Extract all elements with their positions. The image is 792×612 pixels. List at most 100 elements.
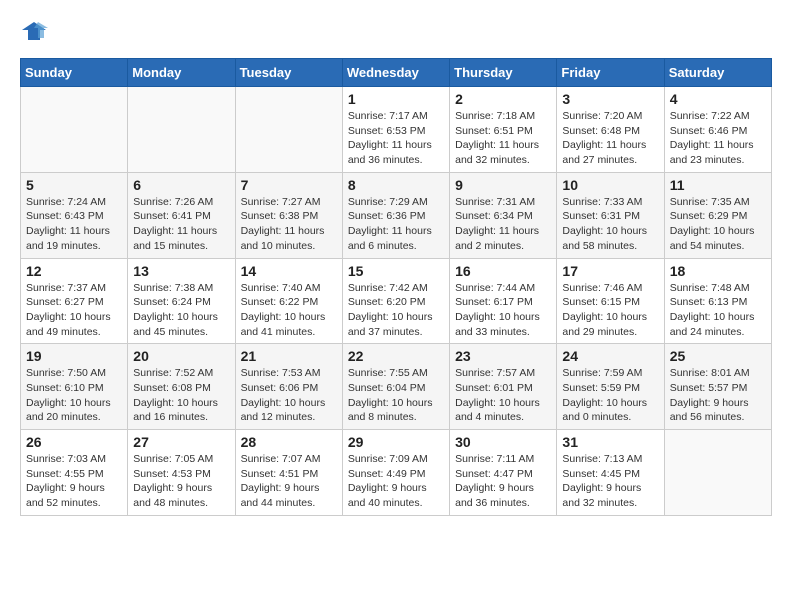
day-number: 10 [562,177,658,193]
calendar-cell: 27 Sunrise: 7:05 AM Sunset: 4:53 PM Dayli… [128,430,235,516]
calendar-cell: 21 Sunrise: 7:53 AM Sunset: 6:06 PM Dayli… [235,344,342,430]
day-number: 29 [348,434,444,450]
day-number: 12 [26,263,122,279]
day-info: Sunrise: 7:59 AM Sunset: 5:59 PM Dayligh… [562,366,658,425]
day-number: 27 [133,434,229,450]
calendar-body: 1 Sunrise: 7:17 AM Sunset: 6:53 PM Daylig… [21,87,772,516]
weekday-header-friday: Friday [557,59,664,87]
day-info: Sunrise: 7:22 AM Sunset: 6:46 PM Dayligh… [670,109,766,168]
day-number: 20 [133,348,229,364]
day-number: 5 [26,177,122,193]
day-info: Sunrise: 7:09 AM Sunset: 4:49 PM Dayligh… [348,452,444,511]
calendar-cell: 10 Sunrise: 7:33 AM Sunset: 6:31 PM Dayli… [557,172,664,258]
day-number: 8 [348,177,444,193]
calendar-cell: 6Sunrise: 7:26 AM Sunset: 6:41 PM Daylig… [128,172,235,258]
day-info: Sunrise: 7:27 AM Sunset: 6:38 PM Dayligh… [241,195,337,254]
calendar-cell: 16 Sunrise: 7:44 AM Sunset: 6:17 PM Dayli… [450,258,557,344]
calendar-cell: 9 Sunrise: 7:31 AM Sunset: 6:34 PM Daylig… [450,172,557,258]
calendar-cell: 8 Sunrise: 7:29 AM Sunset: 6:36 PM Daylig… [342,172,449,258]
calendar-cell: 20 Sunrise: 7:52 AM Sunset: 6:08 PM Dayli… [128,344,235,430]
day-number: 1 [348,91,444,107]
day-info: Sunrise: 7:20 AM Sunset: 6:48 PM Dayligh… [562,109,658,168]
weekday-header-tuesday: Tuesday [235,59,342,87]
calendar-cell: 19 Sunrise: 7:50 AM Sunset: 6:10 PM Dayli… [21,344,128,430]
logo [20,20,52,42]
logo-icon [20,20,48,42]
day-number: 31 [562,434,658,450]
week-row-4: 19 Sunrise: 7:50 AM Sunset: 6:10 PM Dayli… [21,344,772,430]
calendar-cell: 31 Sunrise: 7:13 AM Sunset: 4:45 PM Dayli… [557,430,664,516]
calendar-cell: 29 Sunrise: 7:09 AM Sunset: 4:49 PM Dayli… [342,430,449,516]
day-info: Sunrise: 7:11 AM Sunset: 4:47 PM Dayligh… [455,452,551,511]
day-number: 9 [455,177,551,193]
day-number: 16 [455,263,551,279]
weekday-header-sunday: Sunday [21,59,128,87]
day-info: Sunrise: 7:46 AM Sunset: 6:15 PM Dayligh… [562,281,658,340]
day-info: Sunrise: 7:38 AM Sunset: 6:24 PM Dayligh… [133,281,229,340]
day-info: Sunrise: 7:31 AM Sunset: 6:34 PM Dayligh… [455,195,551,254]
calendar-cell: 3 Sunrise: 7:20 AM Sunset: 6:48 PM Daylig… [557,87,664,173]
calendar-cell: 15 Sunrise: 7:42 AM Sunset: 6:20 PM Dayli… [342,258,449,344]
calendar-cell: 24 Sunrise: 7:59 AM Sunset: 5:59 PM Dayli… [557,344,664,430]
calendar-cell: 30 Sunrise: 7:11 AM Sunset: 4:47 PM Dayli… [450,430,557,516]
week-row-2: 5 Sunrise: 7:24 AM Sunset: 6:43 PM Daylig… [21,172,772,258]
calendar-cell: 28Sunrise: 7:07 AM Sunset: 4:51 PM Dayli… [235,430,342,516]
day-info: Sunrise: 7:52 AM Sunset: 6:08 PM Dayligh… [133,366,229,425]
calendar-cell: 23 Sunrise: 7:57 AM Sunset: 6:01 PM Dayli… [450,344,557,430]
calendar-cell: 18Sunrise: 7:48 AM Sunset: 6:13 PM Dayli… [664,258,771,344]
day-number: 7 [241,177,337,193]
day-info: Sunrise: 7:50 AM Sunset: 6:10 PM Dayligh… [26,366,122,425]
day-info: Sunrise: 7:40 AM Sunset: 6:22 PM Dayligh… [241,281,337,340]
day-info: Sunrise: 7:03 AM Sunset: 4:55 PM Dayligh… [26,452,122,511]
day-info: Sunrise: 7:29 AM Sunset: 6:36 PM Dayligh… [348,195,444,254]
day-number: 30 [455,434,551,450]
day-number: 15 [348,263,444,279]
day-info: Sunrise: 7:07 AM Sunset: 4:51 PM Dayligh… [241,452,337,511]
day-info: Sunrise: 7:13 AM Sunset: 4:45 PM Dayligh… [562,452,658,511]
calendar-cell [235,87,342,173]
day-info: Sunrise: 7:24 AM Sunset: 6:43 PM Dayligh… [26,195,122,254]
calendar-cell: 1 Sunrise: 7:17 AM Sunset: 6:53 PM Daylig… [342,87,449,173]
day-number: 18 [670,263,766,279]
calendar-cell: 5 Sunrise: 7:24 AM Sunset: 6:43 PM Daylig… [21,172,128,258]
day-number: 11 [670,177,766,193]
calendar-cell: 4 Sunrise: 7:22 AM Sunset: 6:46 PM Daylig… [664,87,771,173]
calendar-table: SundayMondayTuesdayWednesdayThursdayFrid… [20,58,772,516]
calendar-cell [664,430,771,516]
day-number: 23 [455,348,551,364]
calendar-cell: 7 Sunrise: 7:27 AM Sunset: 6:38 PM Daylig… [235,172,342,258]
week-row-3: 12 Sunrise: 7:37 AM Sunset: 6:27 PM Dayli… [21,258,772,344]
day-info: Sunrise: 7:42 AM Sunset: 6:20 PM Dayligh… [348,281,444,340]
calendar-cell: 11Sunrise: 7:35 AM Sunset: 6:29 PM Dayli… [664,172,771,258]
calendar-cell: 25Sunrise: 8:01 AM Sunset: 5:57 PM Dayli… [664,344,771,430]
calendar-cell: 14 Sunrise: 7:40 AM Sunset: 6:22 PM Dayli… [235,258,342,344]
day-info: Sunrise: 7:05 AM Sunset: 4:53 PM Dayligh… [133,452,229,511]
day-number: 19 [26,348,122,364]
day-info: Sunrise: 7:18 AM Sunset: 6:51 PM Dayligh… [455,109,551,168]
day-info: Sunrise: 7:37 AM Sunset: 6:27 PM Dayligh… [26,281,122,340]
page-header [20,20,772,42]
week-row-5: 26 Sunrise: 7:03 AM Sunset: 4:55 PM Dayli… [21,430,772,516]
day-info: Sunrise: 8:01 AM Sunset: 5:57 PM Dayligh… [670,366,766,425]
day-info: Sunrise: 7:17 AM Sunset: 6:53 PM Dayligh… [348,109,444,168]
day-number: 14 [241,263,337,279]
calendar-cell: 2Sunrise: 7:18 AM Sunset: 6:51 PM Daylig… [450,87,557,173]
day-number: 3 [562,91,658,107]
calendar-cell [128,87,235,173]
day-number: 21 [241,348,337,364]
calendar-cell [21,87,128,173]
day-info: Sunrise: 7:53 AM Sunset: 6:06 PM Dayligh… [241,366,337,425]
weekday-header-wednesday: Wednesday [342,59,449,87]
calendar-cell: 13Sunrise: 7:38 AM Sunset: 6:24 PM Dayli… [128,258,235,344]
day-info: Sunrise: 7:44 AM Sunset: 6:17 PM Dayligh… [455,281,551,340]
day-number: 24 [562,348,658,364]
calendar-cell: 17Sunrise: 7:46 AM Sunset: 6:15 PM Dayli… [557,258,664,344]
day-number: 6 [133,177,229,193]
day-number: 4 [670,91,766,107]
week-row-1: 1 Sunrise: 7:17 AM Sunset: 6:53 PM Daylig… [21,87,772,173]
calendar-cell: 12 Sunrise: 7:37 AM Sunset: 6:27 PM Dayli… [21,258,128,344]
day-info: Sunrise: 7:33 AM Sunset: 6:31 PM Dayligh… [562,195,658,254]
day-number: 26 [26,434,122,450]
day-info: Sunrise: 7:57 AM Sunset: 6:01 PM Dayligh… [455,366,551,425]
calendar-cell: 22Sunrise: 7:55 AM Sunset: 6:04 PM Dayli… [342,344,449,430]
